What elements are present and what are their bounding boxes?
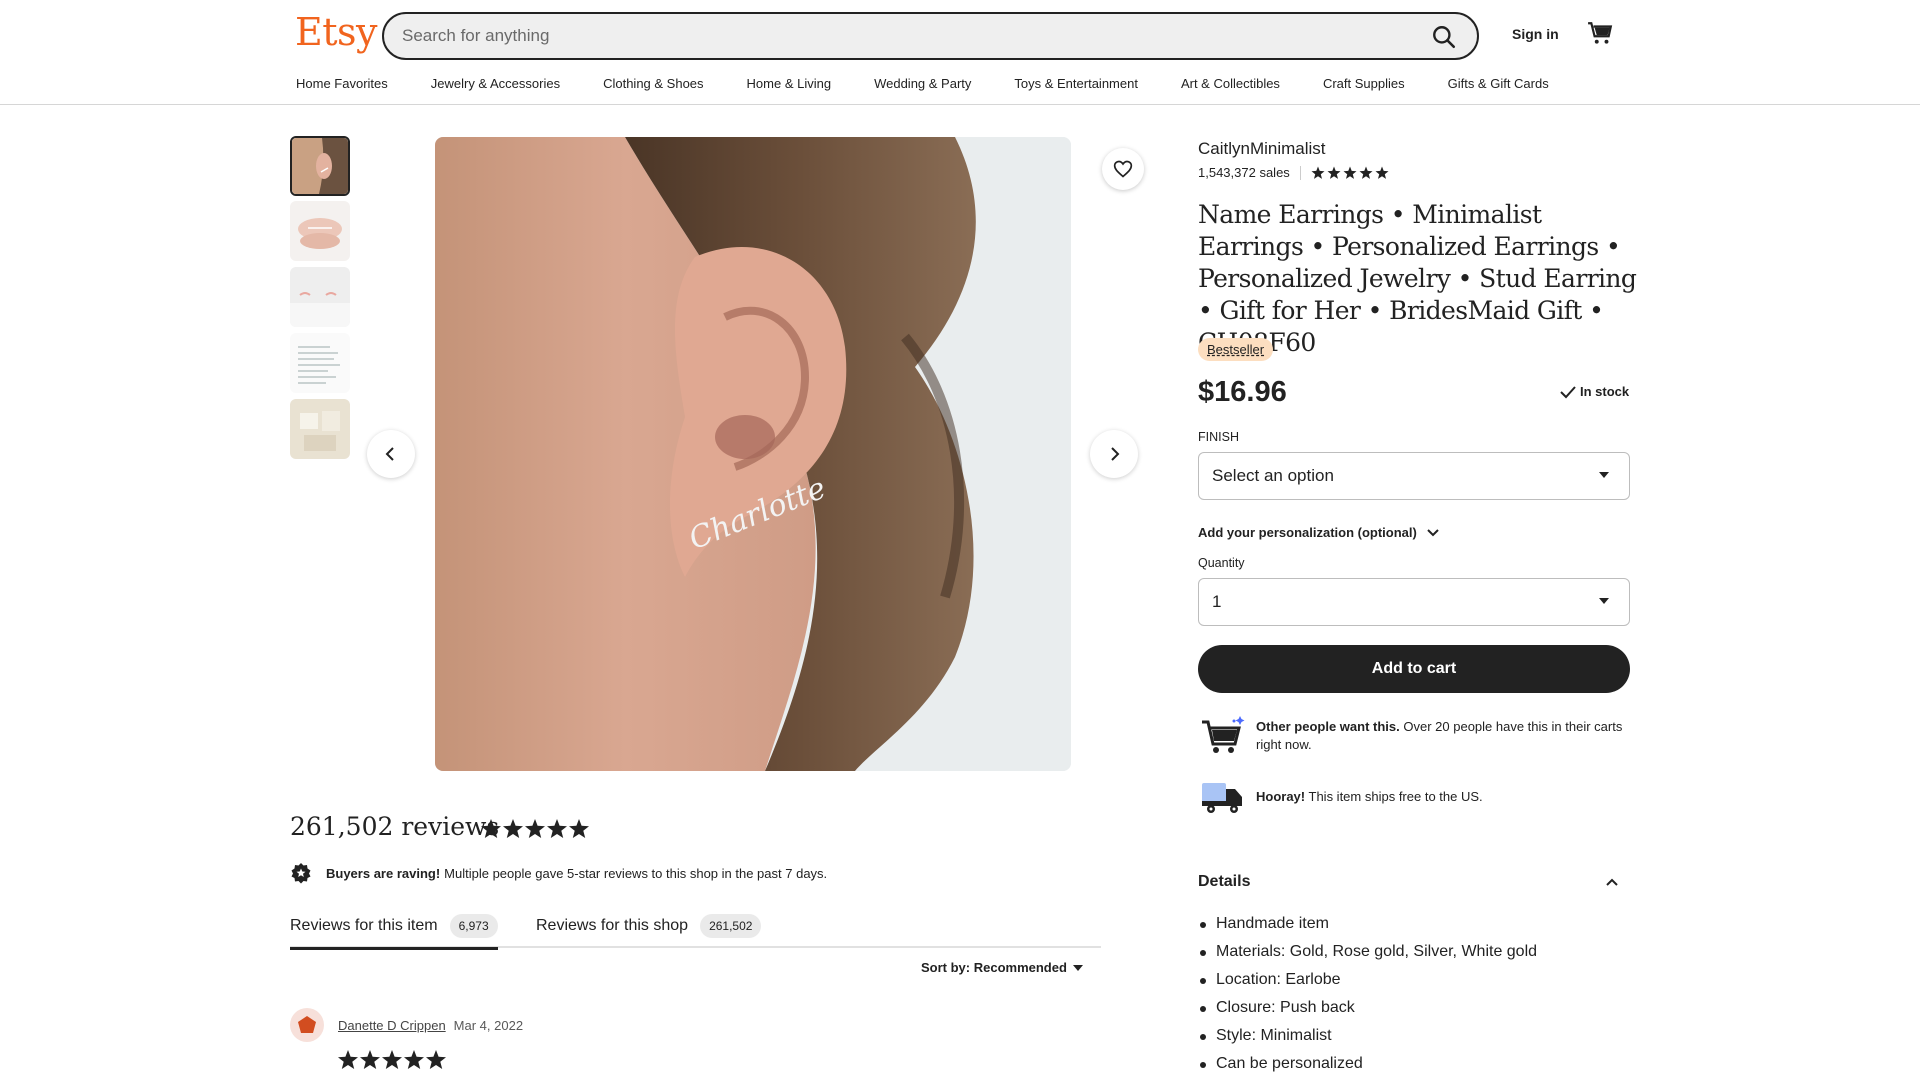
nav-clothing-shoes[interactable]: Clothing & Shoes bbox=[603, 76, 703, 96]
finish-select-value: Select an option bbox=[1212, 466, 1334, 485]
avatar bbox=[290, 1008, 324, 1042]
tab-reviews-shop[interactable]: Reviews for this shop 261,502 bbox=[536, 908, 762, 944]
ear-earring-photo: Charlotte bbox=[435, 137, 1071, 771]
heart-icon bbox=[1113, 160, 1133, 178]
caret-down-icon bbox=[1072, 964, 1083, 971]
previous-image-button[interactable] bbox=[367, 430, 415, 478]
star-seal-icon bbox=[291, 863, 311, 884]
nav-wedding-party[interactable]: Wedding & Party bbox=[874, 76, 971, 96]
star-rating-icon bbox=[338, 1050, 446, 1069]
stock-status: In stock bbox=[1560, 384, 1629, 399]
quantity-select-value: 1 bbox=[1212, 592, 1222, 611]
review-tabs: Reviews for this item 6,973 Reviews for … bbox=[290, 908, 1101, 950]
details-heading: Details bbox=[1198, 873, 1251, 890]
details-toggle[interactable]: Details bbox=[1198, 873, 1630, 891]
chevron-down-icon bbox=[1427, 528, 1439, 536]
nav-home-favorites[interactable]: Home Favorites bbox=[296, 76, 388, 96]
nav-gifts-gift-cards[interactable]: Gifts & Gift Cards bbox=[1448, 76, 1549, 96]
shipping-notice: Hooray! This item ships free to the US. bbox=[1198, 773, 1626, 821]
next-image-button[interactable] bbox=[1090, 430, 1138, 478]
demand-bold: Other people want this. bbox=[1256, 719, 1400, 734]
ship-bold: Hooray! bbox=[1256, 789, 1306, 804]
thumbnail-1[interactable] bbox=[290, 136, 350, 196]
finish-select[interactable]: Select an option bbox=[1198, 452, 1630, 500]
main-product-image: Charlotte bbox=[435, 137, 1071, 771]
buyers-raving-notice: Buyers are raving! Multiple people gave … bbox=[290, 862, 827, 884]
thumbnail-5[interactable] bbox=[290, 399, 350, 459]
details-list: Handmade item Materials: Gold, Rose gold… bbox=[1198, 910, 1537, 1078]
sales-count: 1,543,372 sales bbox=[1198, 165, 1290, 180]
favorite-button[interactable] bbox=[1102, 148, 1144, 190]
sign-in-link[interactable]: Sign in bbox=[1512, 26, 1559, 42]
cart-icon[interactable] bbox=[1587, 20, 1613, 46]
reviews-stars bbox=[480, 818, 590, 840]
personalization-toggle[interactable]: Add your personalization (optional) bbox=[1198, 525, 1439, 540]
tab-reviews-item-label: Reviews for this item bbox=[290, 917, 438, 934]
raving-text: Multiple people gave 5-star reviews to t… bbox=[444, 865, 828, 881]
list-item: Can be personalized bbox=[1198, 1050, 1537, 1078]
shipping-text: Hooray! This item ships free to the US. bbox=[1256, 773, 1626, 806]
chevron-right-icon bbox=[1111, 447, 1120, 461]
stock-text: In stock bbox=[1580, 384, 1630, 399]
site-header: Etsy Sign in Home Favorites Jewelry & Ac… bbox=[0, 0, 1920, 105]
search-input[interactable] bbox=[402, 14, 1382, 58]
review-header: Danette D Crippen Mar 4, 2022 bbox=[290, 1008, 523, 1042]
reviewer-name[interactable]: Danette D Crippen bbox=[338, 1018, 446, 1033]
tab-reviews-item-count: 6,973 bbox=[449, 914, 498, 938]
tab-reviews-shop-count: 261,502 bbox=[700, 914, 762, 938]
reviews-count-heading: 261,502 reviews bbox=[290, 812, 500, 841]
truck-icon bbox=[1202, 783, 1242, 813]
shop-sales-row: 1,543,372 sales bbox=[1198, 165, 1389, 180]
nav-jewelry-accessories[interactable]: Jewelry & Accessories bbox=[431, 76, 560, 96]
raving-bold: Buyers are raving! bbox=[326, 865, 441, 881]
thumbnail-3[interactable] bbox=[290, 267, 350, 327]
product-price: $16.96 bbox=[1198, 376, 1287, 408]
caret-down-icon bbox=[1599, 472, 1609, 478]
product-title: Name Earrings • Minimalist Earrings • Pe… bbox=[1198, 200, 1637, 357]
tab-reviews-item[interactable]: Reviews for this item 6,973 bbox=[290, 908, 498, 950]
review-stars bbox=[337, 1049, 447, 1071]
chevron-left-icon bbox=[385, 447, 394, 461]
bestseller-badge[interactable]: Bestseller bbox=[1198, 338, 1274, 361]
search-icon[interactable] bbox=[1431, 24, 1457, 50]
caret-down-icon bbox=[1599, 598, 1609, 604]
etsy-logo[interactable]: Etsy bbox=[295, 10, 377, 54]
list-item: Handmade item bbox=[1198, 910, 1537, 938]
thumbnail-4[interactable] bbox=[290, 333, 350, 393]
cart-sparkle-icon bbox=[1202, 716, 1245, 753]
demand-notice: Other people want this. Over 20 people h… bbox=[1198, 712, 1626, 760]
category-nav: Home Favorites Jewelry & Accessories Clo… bbox=[296, 76, 1549, 96]
thumbnail-2[interactable] bbox=[290, 201, 350, 261]
checkmark-icon bbox=[1560, 385, 1576, 398]
nav-craft-supplies[interactable]: Craft Supplies bbox=[1323, 76, 1405, 96]
review-date: Mar 4, 2022 bbox=[453, 1017, 524, 1033]
list-item: Location: Earlobe bbox=[1198, 966, 1537, 994]
quantity-label: Quantity bbox=[1198, 556, 1245, 570]
divider bbox=[1299, 165, 1301, 180]
list-item: Style: Minimalist bbox=[1198, 1022, 1537, 1050]
finish-label: FINISH bbox=[1198, 430, 1239, 444]
sort-label: Sort by: Recommended bbox=[921, 960, 1067, 975]
list-item: Materials: Gold, Rose gold, Silver, Whit… bbox=[1198, 938, 1537, 966]
nav-home-living[interactable]: Home & Living bbox=[747, 76, 832, 96]
personalization-label: Add your personalization (optional) bbox=[1198, 525, 1417, 540]
pentagon-avatar-icon bbox=[298, 1016, 316, 1033]
demand-text: Other people want this. Over 20 people h… bbox=[1256, 712, 1626, 754]
nav-art-collectibles[interactable]: Art & Collectibles bbox=[1181, 76, 1280, 96]
chevron-up-icon bbox=[1606, 878, 1618, 886]
shop-name-link[interactable]: CaitlynMinimalist bbox=[1198, 139, 1326, 159]
search-bar[interactable] bbox=[382, 12, 1479, 60]
star-rating-icon[interactable] bbox=[1311, 166, 1389, 180]
nav-toys-entertainment[interactable]: Toys & Entertainment bbox=[1014, 76, 1138, 96]
tab-reviews-shop-label: Reviews for this shop bbox=[536, 917, 689, 934]
sort-dropdown[interactable]: Sort by: Recommended bbox=[921, 960, 1083, 975]
star-rating-icon bbox=[481, 819, 589, 838]
quantity-select[interactable]: 1 bbox=[1198, 578, 1630, 626]
list-item: Closure: Push back bbox=[1198, 994, 1537, 1022]
ship-detail: This item ships free to the US. bbox=[1308, 789, 1483, 804]
add-to-cart-button[interactable]: Add to cart bbox=[1198, 645, 1630, 693]
